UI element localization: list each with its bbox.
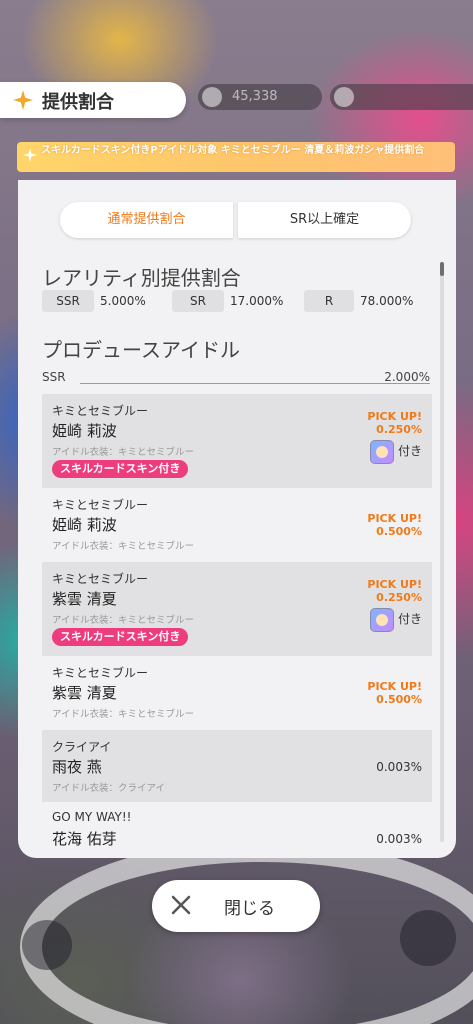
rarity-value-ssr: 5.000% bbox=[100, 294, 146, 308]
skin-tag: スキルカードスキン付き bbox=[52, 628, 189, 646]
list-item: GO MY WAY!! 花海 佑芽 0.003% bbox=[42, 802, 432, 858]
rarity-section-title: レアリティ別提供割合 bbox=[42, 266, 241, 290]
rate-value: 0.250% bbox=[376, 423, 422, 436]
ssr-total-line: SSR 2.000% bbox=[42, 370, 430, 386]
idol-unit: キミとセミブルー bbox=[52, 404, 149, 418]
rarity-rates: SSR 5.000% SR 17.000% R 78.000% bbox=[42, 290, 422, 312]
skill-card-skin-icon bbox=[370, 608, 394, 632]
idol-name: 姫崎 莉波 bbox=[52, 422, 117, 440]
rarity-value-sr: 17.000% bbox=[230, 294, 284, 308]
rates-panel: 通常提供割合 SR以上確定 レアリティ別提供割合 SSR 5.000% SR 1… bbox=[18, 180, 456, 858]
list-item: クライアイ 雨夜 燕 アイドル衣装：クライアイ 0.003% bbox=[42, 730, 432, 802]
rate-value: 0.250% bbox=[376, 591, 422, 604]
idol-costume: アイドル衣装：キミとセミブルー bbox=[52, 615, 195, 626]
page-title: 提供割合 bbox=[42, 92, 114, 113]
idol-name: 姫崎 莉波 bbox=[52, 516, 117, 534]
close-button[interactable]: 閉じる bbox=[152, 880, 320, 932]
rarity-value-r: 78.000% bbox=[360, 294, 414, 308]
currency-value: 45,338 bbox=[232, 89, 278, 104]
rate-tabs: 通常提供割合 SR以上確定 bbox=[60, 202, 414, 238]
pickup-label: PICK UP! bbox=[367, 578, 422, 591]
idol-section-title: プロデュースアイドル bbox=[42, 338, 240, 362]
tab-sr-guaranteed[interactable]: SR以上確定 bbox=[238, 202, 411, 238]
skill-card-skin-icon bbox=[370, 440, 394, 464]
idol-costume: アイドル衣装：クライアイ bbox=[52, 783, 166, 794]
idol-unit: キミとセミブルー bbox=[52, 572, 149, 586]
tab-normal-rates[interactable]: 通常提供割合 bbox=[60, 202, 233, 238]
pickup-label: PICK UP! bbox=[367, 410, 422, 423]
idol-name: 雨夜 燕 bbox=[52, 758, 102, 776]
ssr-total: 2.000% bbox=[384, 370, 430, 384]
idol-unit: キミとセミブルー bbox=[52, 666, 149, 680]
pickup-label: PICK UP! bbox=[367, 680, 422, 693]
rarity-label-ssr: SSR bbox=[42, 290, 94, 312]
banner-text: スキルカードスキン付きPアイドル対象 キミとセミブルー 清夏＆莉波ガシャ提供割合 bbox=[41, 145, 425, 156]
sparkle-icon bbox=[13, 90, 33, 110]
idol-name: 紫雲 清夏 bbox=[52, 684, 117, 702]
idol-unit: キミとセミブルー bbox=[52, 498, 149, 512]
idol-costume: アイドル衣装：キミとセミブルー bbox=[52, 709, 195, 720]
rate-value: 0.500% bbox=[376, 693, 422, 706]
pickup-rate: PICK UP! 0.500% bbox=[367, 512, 422, 538]
scrollbar[interactable] bbox=[440, 262, 444, 842]
close-button-label: 閉じる bbox=[224, 899, 275, 919]
scrollbar-thumb[interactable] bbox=[440, 262, 444, 276]
header-pill: 提供割合 bbox=[0, 82, 186, 118]
skin-tag: スキルカードスキン付き bbox=[52, 460, 189, 478]
pickup-rate: PICK UP! 0.500% bbox=[367, 680, 422, 706]
list-item: キミとセミブルー 姫崎 莉波 アイドル衣装：キミとセミブルー PICK UP! … bbox=[42, 488, 432, 562]
currency-pill: 45,338 bbox=[198, 84, 322, 110]
skin-label: 付き bbox=[397, 444, 422, 458]
idol-name: 花海 佑芽 bbox=[52, 830, 117, 848]
close-icon bbox=[171, 895, 191, 915]
rate-value: 0.003% bbox=[376, 760, 422, 774]
list-item: キミとセミブルー 姫崎 莉波 アイドル衣装：キミとセミブルー スキルカードスキン… bbox=[42, 394, 432, 488]
rate-value: 0.500% bbox=[376, 525, 422, 538]
rate-value: 0.003% bbox=[376, 832, 422, 846]
idol-costume: アイドル衣装：キミとセミブルー bbox=[52, 447, 195, 458]
skin-badge[interactable]: 付き bbox=[366, 608, 422, 632]
list-item: キミとセミブルー 紫雲 清夏 アイドル衣装：キミとセミブルー スキルカードスキン… bbox=[42, 562, 432, 656]
idol-unit: GO MY WAY!! bbox=[52, 810, 132, 824]
pickup-label: PICK UP! bbox=[367, 512, 422, 525]
idol-unit: クライアイ bbox=[52, 740, 112, 754]
list-item: キミとセミブルー 紫雲 清夏 アイドル衣装：キミとセミブルー PICK UP! … bbox=[42, 656, 432, 730]
ssr-label: SSR bbox=[42, 370, 66, 384]
pickup-rate: PICK UP! 0.250% bbox=[367, 410, 422, 436]
skin-label: 付き bbox=[397, 612, 422, 626]
sparkle-icon bbox=[23, 148, 37, 162]
rarity-label-sr: SR bbox=[172, 290, 224, 312]
idol-costume: アイドル衣装：キミとセミブルー bbox=[52, 541, 195, 552]
idol-name: 紫雲 清夏 bbox=[52, 590, 117, 608]
rarity-label-r: R bbox=[304, 290, 354, 312]
gacha-banner: スキルカードスキン付きPアイドル対象 キミとセミブルー 清夏＆莉波ガシャ提供割合 bbox=[17, 142, 455, 172]
ssr-divider bbox=[80, 383, 430, 384]
pickup-rate: PICK UP! 0.250% bbox=[367, 578, 422, 604]
skin-badge[interactable]: 付き bbox=[366, 440, 422, 464]
